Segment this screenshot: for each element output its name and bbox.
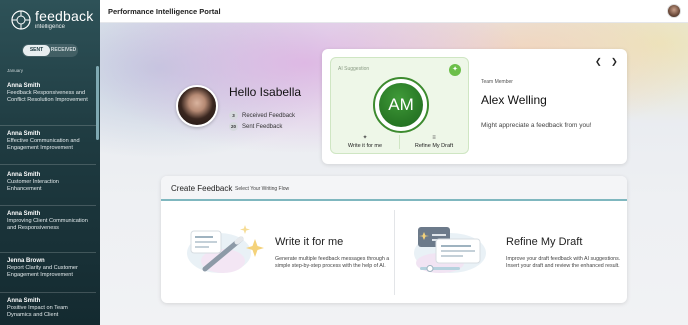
list-divider	[0, 125, 96, 126]
write-button-label: Write it for me	[347, 143, 383, 149]
list-divider	[0, 252, 96, 253]
feedback-list-item[interactable]: Anna Smith Effective Communication and E…	[7, 131, 93, 152]
feedback-recipient: Anna Smith	[7, 211, 41, 217]
suggestion-message: Might appreciate a feedback from you!	[481, 122, 592, 129]
refine-illustration-icon	[414, 227, 486, 273]
profile-photo	[176, 85, 218, 127]
logo-title: feedback	[35, 8, 94, 24]
received-feedback-stat[interactable]: 3 Received Feedback	[229, 111, 295, 120]
create-feedback-card: Create Feedback Select Your Writing Flow…	[161, 176, 627, 303]
feedback-list-item[interactable]: Anna Smith Positive Impact on Team Dynam…	[7, 298, 93, 319]
sent-label: Sent Feedback	[242, 123, 283, 130]
received-count: 3	[229, 111, 238, 120]
feedback-title: Report Clarity and Customer Engagement I…	[7, 265, 78, 278]
sidebar: feedback intelligence SENT RECEIVED Janu…	[0, 0, 100, 325]
write-it-for-me-option[interactable]: Write it for me Generate multiple feedba…	[161, 201, 394, 303]
refine-my-draft-option[interactable]: Refine My Draft Improve your draft feedb…	[394, 201, 627, 303]
ai-suggestion-panel: AI Suggestion ✦ AM ✦ Write it for me ≡ R…	[330, 57, 469, 154]
feedback-title: Effective Communication and Engagement I…	[7, 138, 80, 151]
refine-my-draft-button[interactable]: ≡ Refine My Draft	[400, 131, 468, 153]
feedback-list-item[interactable]: Anna Smith Feedback Responsiveness and C…	[7, 83, 93, 104]
document-lines-icon: ≡	[432, 135, 436, 141]
ai-suggestion-card: AI Suggestion ✦ AM ✦ Write it for me ≡ R…	[322, 49, 627, 164]
sidebar-scrollbar[interactable]	[96, 66, 99, 140]
team-member-label: Team Member	[481, 79, 513, 85]
logo-subtitle: intelligence	[35, 24, 66, 30]
feedback-recipient: Anna Smith	[7, 172, 41, 178]
create-feedback-subtitle: Select Your Writing Flow	[235, 186, 290, 192]
month-label: January	[7, 68, 24, 73]
write-option-title: Write it for me	[275, 236, 344, 248]
magic-wand-icon: ✦	[362, 135, 368, 141]
page-title: Performance Intelligence Portal	[108, 7, 221, 16]
feedback-recipient: Anna Smith	[7, 298, 41, 304]
feedback-title: Positive Impact on Team Dynamics and Cli…	[7, 305, 68, 318]
received-label: Received Feedback	[242, 112, 296, 119]
chevron-left-icon[interactable]: ❮	[595, 57, 602, 66]
feedback-title: Improving Client Communication and Respo…	[7, 218, 88, 231]
feedback-title: Feedback Responsiveness and Conflict Res…	[7, 90, 88, 103]
refine-option-description: Improve your draft feedback with AI sugg…	[506, 256, 621, 270]
top-header: Performance Intelligence Portal	[100, 0, 688, 23]
list-divider	[0, 292, 96, 293]
list-divider	[0, 205, 96, 206]
ai-suggestion-label: AI Suggestion	[338, 66, 370, 72]
main-content: Hello Isabella 3 Received Feedback 20 Se…	[100, 23, 688, 325]
feedback-list-item[interactable]: Anna Smith Improving Client Communicatio…	[7, 211, 93, 232]
write-illustration-icon	[187, 225, 264, 273]
greeting: Hello Isabella	[229, 85, 302, 99]
member-initials: AM	[379, 83, 423, 127]
user-avatar[interactable]	[667, 4, 681, 18]
feedback-list-item[interactable]: Jenna Brown Report Clarity and Customer …	[7, 258, 93, 279]
sent-count: 20	[229, 122, 238, 131]
refine-option-title: Refine My Draft	[506, 236, 583, 248]
write-it-for-me-button[interactable]: ✦ Write it for me	[331, 131, 399, 153]
tab-sent[interactable]: SENT	[23, 45, 50, 56]
feedback-list-item[interactable]: Anna Smith Customer Interaction Enhancem…	[7, 172, 93, 193]
chevron-right-icon[interactable]: ❯	[611, 57, 618, 66]
sparkle-icon: ✦	[449, 64, 461, 76]
member-avatar: AM	[373, 77, 429, 133]
tab-received[interactable]: RECEIVED	[50, 45, 77, 56]
refine-button-label: Refine My Draft	[414, 143, 454, 149]
feedback-recipient: Jenna Brown	[7, 258, 45, 264]
sent-feedback-stat[interactable]: 20 Sent Feedback	[229, 122, 282, 131]
feedback-title: Customer Interaction Enhancement	[7, 179, 59, 192]
sent-received-toggle[interactable]: SENT RECEIVED	[22, 44, 78, 57]
create-feedback-header: Create Feedback Select Your Writing Flow	[161, 176, 627, 201]
feedback-recipient: Anna Smith	[7, 131, 41, 137]
create-feedback-title: Create Feedback	[171, 184, 233, 193]
app-logo[interactable]: feedback intelligence	[11, 9, 93, 30]
logo-icon	[11, 9, 31, 30]
team-member-name: Alex Welling	[481, 93, 547, 107]
write-option-description: Generate multiple feedback messages thro…	[275, 256, 390, 270]
feedback-recipient: Anna Smith	[7, 83, 41, 89]
list-divider	[0, 164, 96, 165]
